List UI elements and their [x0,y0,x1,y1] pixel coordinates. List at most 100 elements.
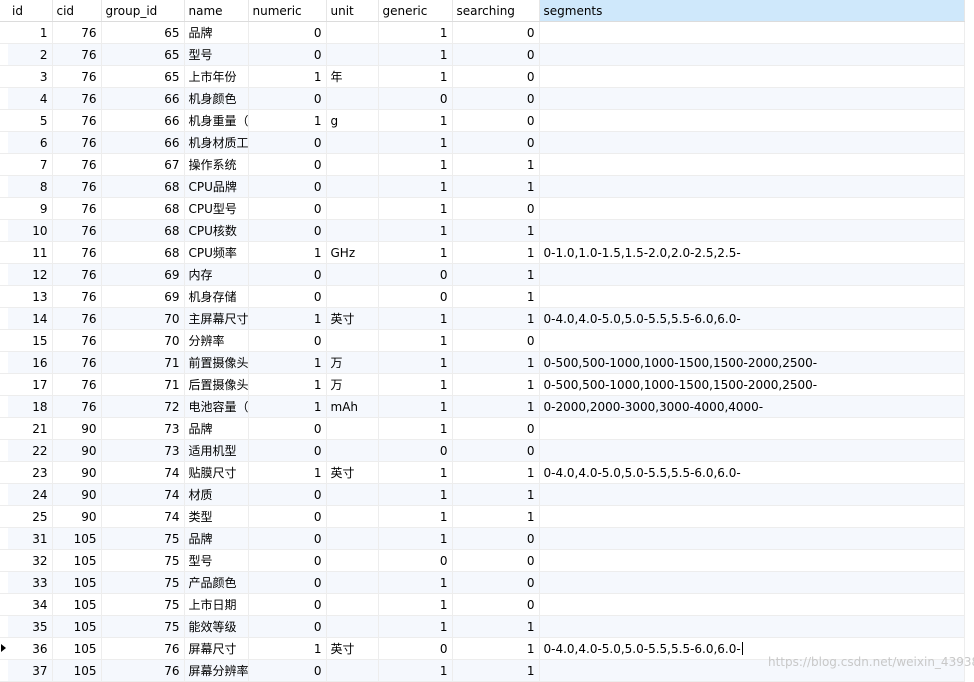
cell-segments[interactable] [539,505,965,528]
cell-unit[interactable] [326,285,379,308]
table-row[interactable]: 1 76 65 品牌 0 1 0 [0,21,965,44]
cell-id[interactable]: 3 [8,65,53,88]
cell-name[interactable]: 型号 [184,43,249,66]
cell-searching[interactable]: 1 [452,175,540,198]
cell-cid[interactable]: 76 [52,263,102,286]
cell-numeric[interactable]: 1 [248,307,327,330]
cell-searching[interactable]: 1 [452,461,540,484]
cell-cid[interactable]: 90 [52,483,102,506]
cell-numeric[interactable]: 1 [248,373,327,396]
cell-cid[interactable]: 76 [52,87,102,110]
cell-group-id[interactable]: 68 [101,219,185,242]
cell-id[interactable]: 31 [8,527,53,550]
cell-name[interactable]: 品牌 [184,527,249,550]
table-row[interactable]: 9 76 68 CPU型号 0 1 0 [0,197,965,220]
table-row[interactable]: 6 76 66 机身材质工 0 1 0 [0,131,965,154]
cell-unit[interactable] [326,659,379,682]
cell-unit[interactable]: mAh [326,395,379,418]
cell-generic[interactable]: 0 [378,637,453,660]
row-indicator[interactable] [0,43,8,66]
cell-id[interactable]: 35 [8,615,53,638]
cell-unit[interactable] [326,131,379,154]
cell-id[interactable]: 1 [8,21,53,44]
cell-searching[interactable]: 0 [452,109,540,132]
cell-searching[interactable]: 0 [452,197,540,220]
cell-name[interactable]: CPU型号 [184,197,249,220]
cell-name[interactable]: 品牌 [184,417,249,440]
table-row[interactable]: 34 105 75 上市日期 0 1 0 [0,593,965,616]
cell-cid[interactable]: 76 [52,373,102,396]
cell-group-id[interactable]: 75 [101,549,185,572]
column-header-name[interactable]: name [184,0,249,22]
cell-id[interactable]: 5 [8,109,53,132]
cell-group-id[interactable]: 67 [101,153,185,176]
cell-group-id[interactable]: 74 [101,483,185,506]
cell-generic[interactable]: 1 [378,571,453,594]
row-indicator[interactable] [0,87,8,110]
cell-segments[interactable] [539,527,965,550]
cell-unit[interactable] [326,43,379,66]
row-indicator[interactable] [0,417,8,440]
cell-segments[interactable] [539,659,965,682]
cell-searching[interactable]: 1 [452,307,540,330]
cell-name[interactable]: 贴膜尺寸 [184,461,249,484]
cell-group-id[interactable]: 65 [101,43,185,66]
row-indicator[interactable] [0,131,8,154]
cell-name[interactable]: 材质 [184,483,249,506]
cell-cid[interactable]: 105 [52,615,102,638]
table-row[interactable]: 5 76 66 机身重量（ 1 g 1 0 [0,109,965,132]
cell-numeric[interactable]: 0 [248,131,327,154]
cell-group-id[interactable]: 66 [101,87,185,110]
cell-numeric[interactable]: 1 [248,65,327,88]
cell-group-id[interactable]: 68 [101,197,185,220]
cell-group-id[interactable]: 71 [101,351,185,374]
row-indicator[interactable] [0,373,8,396]
cell-id[interactable]: 2 [8,43,53,66]
cell-name[interactable]: 适用机型 [184,439,249,462]
cell-segments[interactable] [539,549,965,572]
cell-cid[interactable]: 105 [52,593,102,616]
table-row[interactable]: 13 76 69 机身存储 0 0 1 [0,285,965,308]
cell-unit[interactable]: 万 [326,351,379,374]
column-header-generic[interactable]: generic [378,0,453,22]
row-indicator[interactable] [0,197,8,220]
cell-generic[interactable]: 1 [378,373,453,396]
cell-generic[interactable]: 1 [378,43,453,66]
cell-group-id[interactable]: 76 [101,659,185,682]
table-row[interactable]: 4 76 66 机身颜色 0 0 0 [0,87,965,110]
cell-searching[interactable]: 0 [452,549,540,572]
cell-name[interactable]: 前置摄像头 [184,351,249,374]
cell-cid[interactable]: 105 [52,527,102,550]
cell-searching[interactable]: 0 [452,329,540,352]
cell-cid[interactable]: 76 [52,131,102,154]
row-indicator[interactable] [0,439,8,462]
row-indicator[interactable] [0,659,8,682]
cell-searching[interactable]: 1 [452,285,540,308]
cell-name[interactable]: 屏幕分辨率 [184,659,249,682]
cell-generic[interactable]: 1 [378,395,453,418]
cell-name[interactable]: 机身材质工 [184,131,249,154]
cell-name[interactable]: 内存 [184,263,249,286]
cell-cid[interactable]: 76 [52,329,102,352]
cell-group-id[interactable]: 66 [101,109,185,132]
cell-numeric[interactable]: 0 [248,527,327,550]
cell-cid[interactable]: 105 [52,659,102,682]
cell-searching[interactable]: 1 [452,351,540,374]
cell-group-id[interactable]: 71 [101,373,185,396]
cell-id[interactable]: 11 [8,241,53,264]
cell-unit[interactable] [326,175,379,198]
cell-segments[interactable]: 0-4.0,4.0-5.0,5.0-5.5,5.5-6.0,6.0- [539,307,965,330]
row-indicator[interactable] [0,505,8,528]
cell-searching[interactable]: 1 [452,373,540,396]
column-header-numeric[interactable]: numeric [248,0,327,22]
cell-numeric[interactable]: 0 [248,285,327,308]
cell-name[interactable]: 上市日期 [184,593,249,616]
cell-segments[interactable] [539,571,965,594]
row-indicator[interactable] [0,461,8,484]
cell-cid[interactable]: 90 [52,439,102,462]
cell-segments[interactable] [539,109,965,132]
table-row[interactable]: 15 76 70 分辨率 0 1 0 [0,329,965,352]
cell-numeric[interactable]: 0 [248,593,327,616]
table-row[interactable]: 18 76 72 电池容量（ 1 mAh 1 1 0-2000,2000-3000,3000-4… [0,395,965,418]
row-indicator[interactable] [0,615,8,638]
